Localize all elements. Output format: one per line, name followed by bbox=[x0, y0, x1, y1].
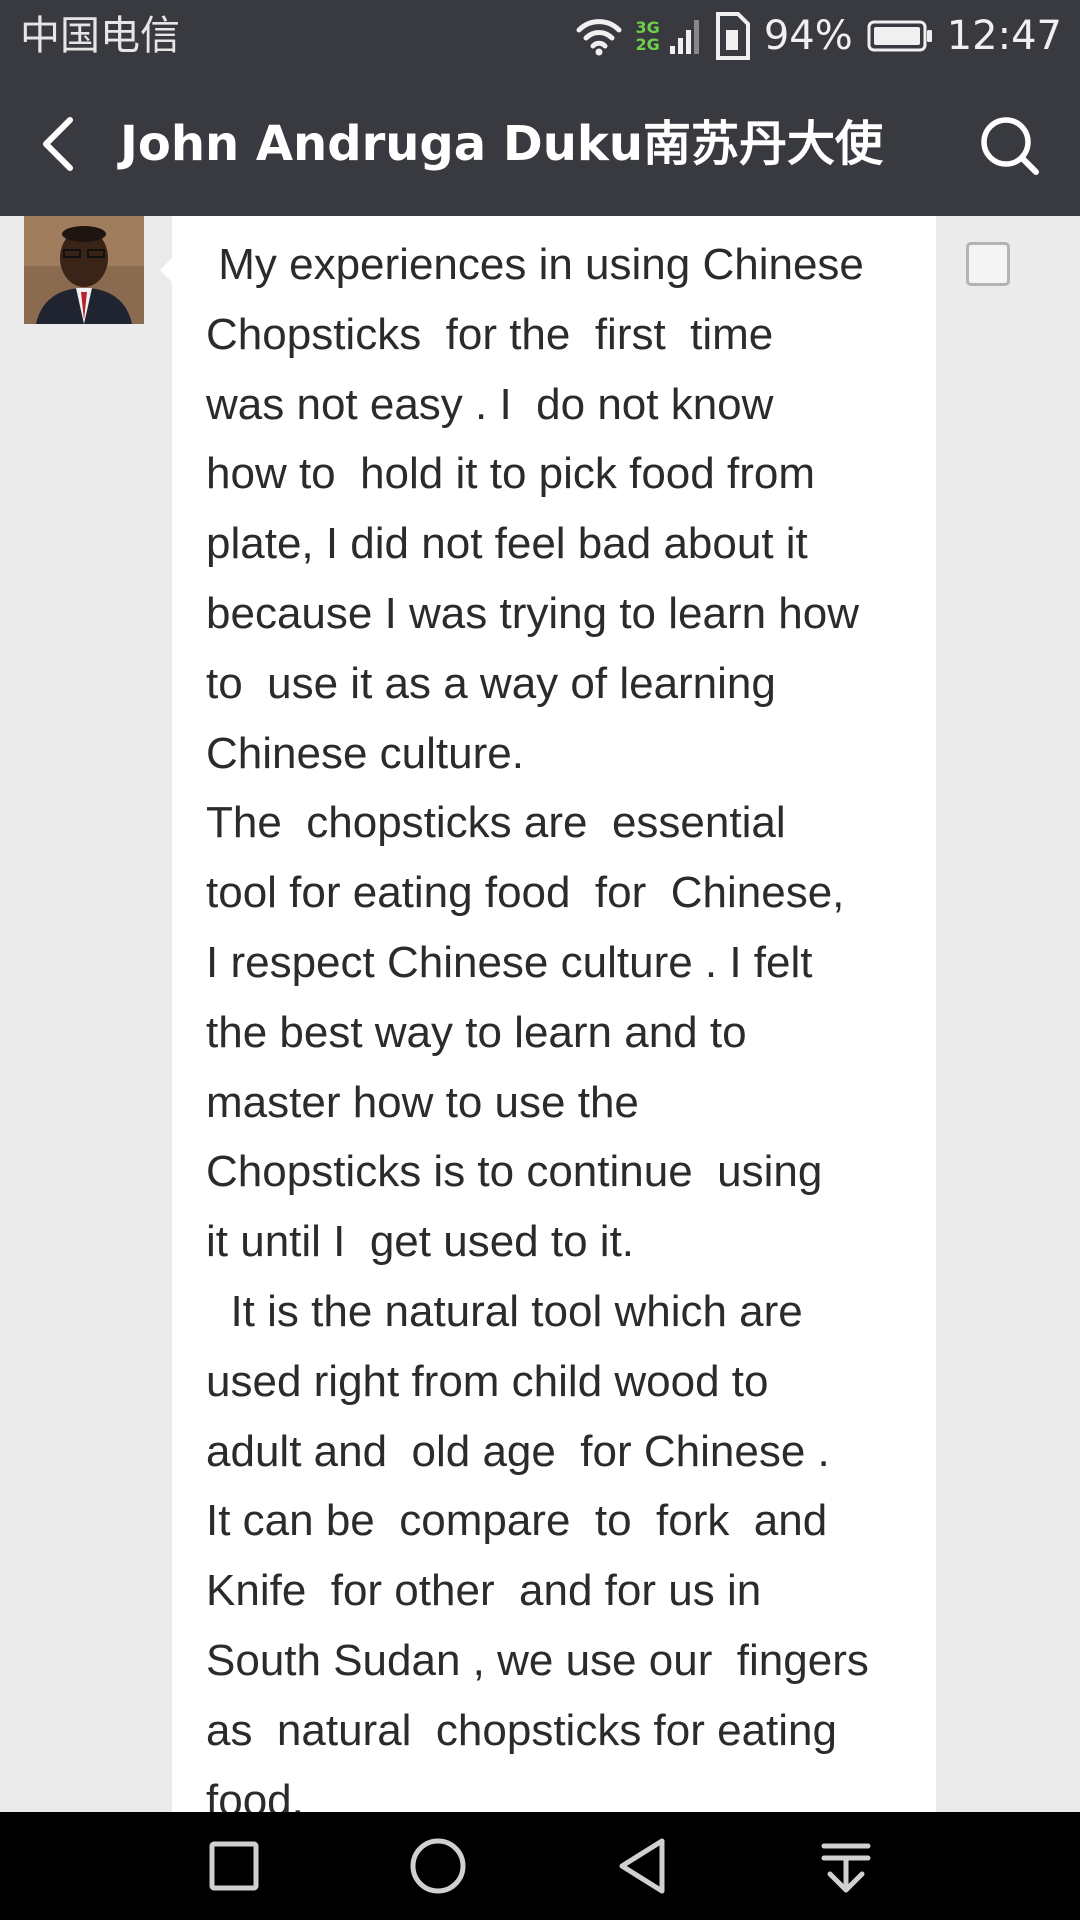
status-bar: 中国电信 3G 2G 94% 12:47 bbox=[0, 0, 1080, 72]
chevron-left-icon[interactable] bbox=[30, 112, 90, 176]
message-line: Chopsticks is to continue using bbox=[206, 1147, 823, 1197]
chat-content[interactable]: My experiences in using Chinese Chopstic… bbox=[0, 216, 1080, 1812]
avatar[interactable] bbox=[24, 216, 144, 324]
chat-header: John Andruga Duku南苏丹大使 bbox=[0, 72, 1080, 216]
sim-icon bbox=[715, 12, 750, 60]
message-line: to use it as a way of learning bbox=[206, 658, 776, 708]
message-line: It is the natural tool which are bbox=[206, 1286, 803, 1336]
message-line: South Sudan , we use our fingers bbox=[206, 1635, 869, 1685]
carrier-name: 中国电信 bbox=[20, 13, 180, 59]
message-line: Chopsticks for the first time bbox=[206, 309, 774, 359]
message-line: Knife for other and for us in bbox=[206, 1566, 762, 1616]
clock-time: 12:47 bbox=[946, 13, 1062, 59]
message-line: master how to use the bbox=[206, 1077, 639, 1127]
wifi-icon bbox=[576, 19, 622, 56]
recent-apps-icon[interactable] bbox=[204, 1836, 264, 1896]
network-type-badge: 3G 2G bbox=[636, 19, 660, 53]
status-indicators: 3G 2G 94% 12:47 bbox=[576, 8, 1062, 64]
message-line: how to hold it to pick food from bbox=[206, 449, 815, 499]
message-line: food. bbox=[206, 1775, 304, 1812]
notification-pull-down-icon[interactable] bbox=[816, 1836, 876, 1896]
page-title: John Andruga Duku南苏丹大使 bbox=[120, 116, 883, 172]
message-line: used right from child wood to bbox=[206, 1356, 769, 1406]
select-message-checkbox[interactable] bbox=[966, 242, 1010, 286]
battery-icon bbox=[867, 20, 932, 52]
message-line: it until I get used to it. bbox=[206, 1217, 635, 1267]
message-line: tool for eating food for Chinese, bbox=[206, 868, 845, 918]
home-icon[interactable] bbox=[408, 1836, 468, 1896]
network-type-top: 3G bbox=[635, 18, 660, 37]
network-type-bottom: 2G bbox=[635, 35, 660, 54]
message-line: because I was trying to learn how bbox=[206, 588, 860, 638]
message-bubble[interactable]: My experiences in using Chinese Chopstic… bbox=[172, 216, 936, 1812]
battery-percent: 94% bbox=[763, 13, 853, 59]
message-line: adult and old age for Chinese . bbox=[206, 1426, 830, 1476]
message-line: My experiences in using Chinese bbox=[206, 240, 864, 289]
message-line: I respect Chinese culture . I felt bbox=[206, 937, 813, 987]
message-line: as natural chopsticks for eating bbox=[206, 1705, 837, 1755]
system-nav-bar bbox=[0, 1812, 1080, 1920]
bubble-tail bbox=[160, 258, 172, 282]
message-line: It can be compare to fork and bbox=[206, 1496, 828, 1546]
search-icon[interactable] bbox=[978, 114, 1042, 178]
message-line: plate, I did not feel bad about it bbox=[206, 519, 808, 569]
message-line: the best way to learn and to bbox=[206, 1007, 747, 1057]
signal-icon bbox=[669, 20, 699, 54]
message-line: Chinese culture. bbox=[206, 728, 524, 778]
message-line: was not easy . I do not know bbox=[206, 379, 774, 429]
back-icon[interactable] bbox=[612, 1836, 672, 1896]
message-line: The chopsticks are essential bbox=[206, 798, 786, 848]
message-text: My experiences in using Chinese Chopstic… bbox=[206, 230, 926, 1812]
chat-screen: 中国电信 3G 2G 94% 12:47 John Andruga Duku南苏… bbox=[0, 0, 1080, 1920]
